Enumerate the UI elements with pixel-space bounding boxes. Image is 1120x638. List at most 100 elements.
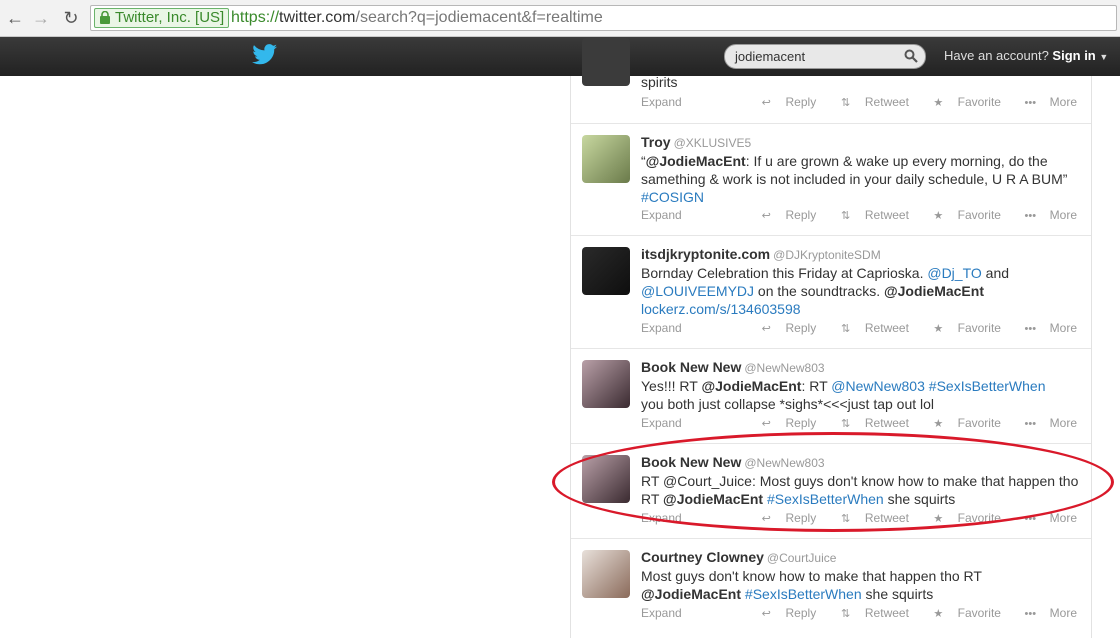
star-icon: ★ — [933, 323, 944, 335]
expand-link[interactable]: Expand — [641, 95, 682, 109]
more-action[interactable]: ••• More — [1014, 511, 1077, 525]
reply-label: Reply — [785, 416, 817, 430]
mention-link[interactable]: @NewNew803 — [831, 378, 925, 394]
avatar[interactable] — [582, 38, 630, 86]
tweet-handle[interactable]: @DJKryptoniteSDM — [773, 248, 881, 262]
retweet-icon: ⇅ — [840, 97, 851, 109]
avatar[interactable] — [582, 360, 630, 408]
address-bar[interactable]: Twitter, Inc. [US] https://twitter.com/s… — [90, 5, 1117, 31]
more-label: More — [1049, 321, 1077, 335]
mention-link[interactable]: @LOUIVEEMYDJ — [641, 283, 754, 299]
tweet-item[interactable]: Troy @XKLUSIVE5 “@JodieMacEnt: If u are g… — [571, 123, 1091, 236]
more-action[interactable]: ••• More — [1014, 416, 1077, 430]
forward-arrow-icon[interactable]: → — [30, 7, 52, 29]
expand-link[interactable]: Expand — [641, 606, 682, 620]
more-action[interactable]: ••• More — [1014, 95, 1077, 109]
mention-link[interactable]: @Dj_TO — [927, 265, 981, 281]
url-link[interactable]: lockerz.com/s/134603598 — [641, 301, 801, 317]
tweet-item[interactable]: Book New New @NewNew803 RT @Court_Juice: … — [571, 443, 1091, 539]
retweet-icon: ⇅ — [840, 323, 851, 335]
hashtag-link[interactable]: #SexIsBetterWhen — [767, 491, 884, 507]
tweet-text: Bornday Celebration this Friday at Capri… — [641, 264, 1081, 318]
tweet-item[interactable]: itsdjkryptonite.com @DJKryptoniteSDM Born… — [571, 235, 1091, 349]
reply-action[interactable]: ↩ Reply — [750, 511, 817, 525]
expand-link[interactable]: Expand — [641, 511, 682, 525]
mention-link[interactable]: @JodieMacEnt — [884, 283, 984, 299]
search-input[interactable]: jodiemacent — [735, 49, 805, 64]
text-part: : RT — [801, 378, 832, 394]
hashtag-link[interactable]: #COSIGN — [641, 189, 704, 205]
reply-action[interactable]: ↩ Reply — [750, 208, 817, 222]
browser-chrome: ← → ↻ Twitter, Inc. [US] https://twitter… — [0, 0, 1120, 37]
avatar[interactable] — [582, 550, 630, 598]
reload-icon[interactable]: ↻ — [60, 7, 82, 29]
retweet-action[interactable]: ⇅ Retweet — [830, 416, 909, 430]
retweet-action[interactable]: ⇅ Retweet — [830, 95, 909, 109]
retweet-label: Retweet — [864, 95, 909, 109]
avatar[interactable] — [582, 247, 630, 295]
tweet-handle[interactable]: @NewNew803 — [744, 456, 824, 470]
favorite-action[interactable]: ★ Favorite — [922, 416, 1001, 430]
tweet-fullname[interactable]: Courtney Clowney — [641, 549, 764, 565]
retweet-action[interactable]: ⇅ Retweet — [830, 606, 909, 620]
search-icon[interactable] — [904, 49, 918, 63]
retweet-action[interactable]: ⇅ Retweet — [830, 208, 909, 222]
mention-link[interactable]: @JodieMacEnt — [641, 586, 741, 602]
more-icon: ••• — [1024, 323, 1037, 335]
twitter-bird-icon[interactable] — [252, 44, 278, 66]
retweet-action[interactable]: ⇅ Retweet — [830, 511, 909, 525]
reply-label: Reply — [785, 606, 817, 620]
retweet-label: Retweet — [864, 511, 909, 525]
tweet-handle[interactable]: @CourtJuice — [767, 551, 837, 565]
reply-action[interactable]: ↩ Reply — [750, 95, 817, 109]
expand-link[interactable]: Expand — [641, 208, 682, 222]
signin-link[interactable]: Sign in — [1052, 48, 1095, 63]
favorite-label: Favorite — [957, 321, 1001, 335]
text-part: on the soundtracks. — [754, 283, 884, 299]
mention-link[interactable]: @JodieMacEnt — [663, 491, 763, 507]
ev-certificate-badge[interactable]: Twitter, Inc. [US] — [94, 8, 230, 28]
favorite-action[interactable]: ★ Favorite — [922, 321, 1001, 335]
avatar[interactable] — [582, 455, 630, 503]
hashtag-link[interactable]: #SexIsBetterWhen — [929, 378, 1046, 394]
star-icon: ★ — [933, 608, 944, 620]
twitter-topbar: jodiemacent Have an account? Sign in ▼ — [0, 37, 1120, 76]
tweet-item[interactable]: Book New New @NewNew803 Yes!!! RT @JodieM… — [571, 348, 1091, 444]
avatar[interactable] — [582, 135, 630, 183]
tweet-fullname[interactable]: Troy — [641, 134, 671, 150]
tweet-text: spirits — [641, 74, 678, 90]
search-box[interactable]: jodiemacent — [724, 44, 926, 69]
reply-action[interactable]: ↩ Reply — [750, 321, 817, 335]
hashtag-link[interactable]: #SexIsBetterWhen — [745, 586, 862, 602]
reply-icon: ↩ — [761, 608, 771, 620]
tweet-fullname[interactable]: Book New New — [641, 454, 741, 470]
more-label: More — [1049, 208, 1077, 222]
retweet-icon: ⇅ — [840, 513, 851, 525]
tweet-item[interactable]: Courtney Clowney @CourtJuice Most guys do… — [571, 538, 1091, 638]
reply-action[interactable]: ↩ Reply — [750, 606, 817, 620]
more-action[interactable]: ••• More — [1014, 208, 1077, 222]
url-text[interactable]: https://twitter.com/search?q=jodiemacent… — [231, 8, 603, 28]
expand-link[interactable]: Expand — [641, 321, 682, 335]
mention-link[interactable]: @JodieMacEnt — [701, 378, 801, 394]
favorite-action[interactable]: ★ Favorite — [922, 208, 1001, 222]
retweet-action[interactable]: ⇅ Retweet — [830, 321, 909, 335]
favorite-action[interactable]: ★ Favorite — [922, 511, 1001, 525]
back-arrow-icon[interactable]: ← — [4, 7, 26, 29]
tweet-handle[interactable]: @XKLUSIVE5 — [674, 136, 752, 150]
tweet-fullname[interactable]: Book New New — [641, 359, 741, 375]
account-area: Have an account? Sign in ▼ — [944, 48, 1108, 63]
mention-link[interactable]: @JodieMacEnt — [646, 153, 746, 169]
text-part: you both just collapse *sighs*<<<just ta… — [641, 396, 935, 412]
more-action[interactable]: ••• More — [1014, 606, 1077, 620]
more-label: More — [1049, 95, 1077, 109]
more-action[interactable]: ••• More — [1014, 321, 1077, 335]
tweet-handle[interactable]: @NewNew803 — [744, 361, 824, 375]
tweet-item[interactable]: spirits Expand ↩ Reply ⇅ Retweet ★ Favor… — [571, 38, 1091, 124]
chevron-down-icon[interactable]: ▼ — [1099, 52, 1108, 62]
favorite-action[interactable]: ★ Favorite — [922, 95, 1001, 109]
favorite-action[interactable]: ★ Favorite — [922, 606, 1001, 620]
expand-link[interactable]: Expand — [641, 416, 682, 430]
tweet-fullname[interactable]: itsdjkryptonite.com — [641, 246, 770, 262]
reply-action[interactable]: ↩ Reply — [750, 416, 817, 430]
